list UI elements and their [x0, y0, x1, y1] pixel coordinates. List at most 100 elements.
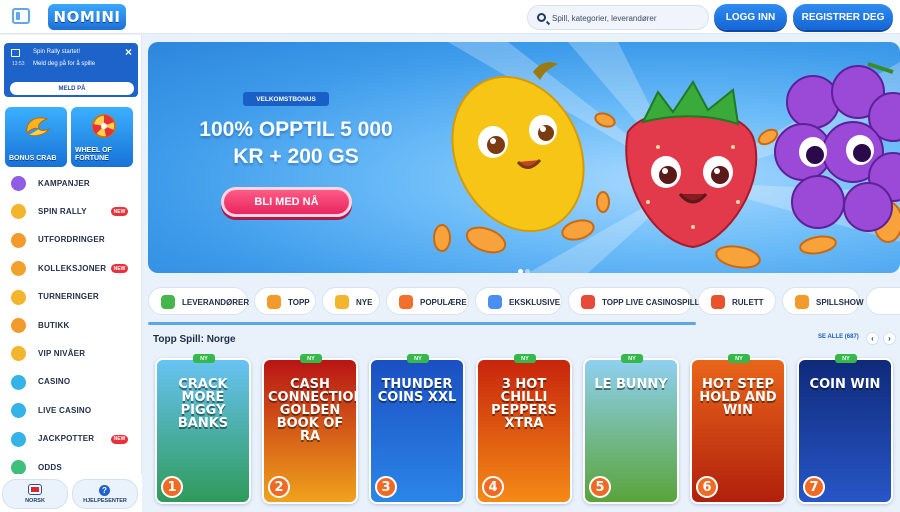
hero-banner[interactable]: VELKOMSTBONUS 100% OPPTIL 5 000 KR + 200… [148, 42, 900, 273]
language-label: NORSK [25, 498, 45, 504]
rank-number: 6 [696, 476, 718, 498]
promo-tile-label: WHEEL OF FORTUNE [75, 147, 112, 162]
carousel-dot[interactable] [518, 269, 523, 273]
sidebar-toggle-icon[interactable] [12, 8, 30, 24]
help-label: HJELPESENTER [83, 498, 127, 504]
next-arrow-icon[interactable]: › [883, 332, 896, 345]
ny-badge: NY [193, 354, 215, 363]
notice-title: Spin Rally startet! [33, 49, 81, 55]
sidebar-item-spin-rally[interactable]: SPIN RALLY NEW [0, 197, 142, 225]
ball-icon [11, 459, 26, 475]
site-logo[interactable]: NOMINI [48, 4, 126, 30]
search-input[interactable] [552, 9, 702, 27]
sidebar-item-utfordringer[interactable]: UTFORDRINGER [0, 226, 142, 254]
game-title: LE BUNNY [594, 377, 668, 392]
category-label: TOPP [288, 298, 310, 307]
game-title: COIN WIN [809, 377, 881, 392]
sidebar-item-label: UTFORDRINGER [38, 235, 105, 245]
category-label: SPILLSHOW [816, 298, 864, 307]
category-label: NYE [356, 298, 373, 307]
sidebar-item-butikk[interactable]: BUTIKK [0, 311, 142, 339]
jackpot-icon [11, 431, 26, 447]
login-button[interactable]: LOGG INN [714, 4, 787, 30]
language-button[interactable]: NORSK [2, 479, 68, 509]
sidebar-item-label: CASINO [38, 377, 71, 387]
category-chip-populære[interactable]: POPULÆRE [386, 287, 469, 315]
sidebar-item-kolleksjoner[interactable]: KOLLEKSJONER NEW [0, 254, 142, 282]
help-icon: ? [99, 485, 110, 496]
sidebar-footer: NORSK ? HJELPESENTER [0, 474, 142, 512]
game-title: CASH CONNECTION GOLDEN BOOK OF RA [268, 377, 358, 444]
roulette-icon [711, 295, 725, 309]
carousel-dots[interactable] [518, 261, 534, 273]
promo-tile-wheel-of-fortune[interactable]: WHEEL OF FORTUNE [71, 107, 133, 167]
game-card[interactable]: CRACK MORE PIGGY BANKS 1 [155, 358, 251, 504]
register-button[interactable]: REGISTRER DEG [793, 4, 893, 30]
new-badge: NEW [111, 264, 128, 274]
notice-time: 13:53 [12, 61, 25, 67]
sidebar-item-label: VIP NIVÅER [38, 349, 86, 359]
sidebar-item-casino[interactable]: CASINO [0, 368, 142, 396]
sidebar-item-label: SPIN RALLY [38, 207, 87, 217]
game-card[interactable]: CASH CONNECTION GOLDEN BOOK OF RA 2 [262, 358, 358, 504]
category-scrollbar[interactable] [148, 322, 696, 325]
game-title: HOT STEP HOLD AND WIN [699, 377, 777, 418]
carousel-dot[interactable] [525, 269, 530, 273]
sidebar-item-label: KAMPANJER [38, 178, 90, 188]
sidebar-item-label: KOLLEKSJONER [38, 263, 107, 273]
spin-rally-notice: Spin Rally startet! 13:53 Meld deg på fo… [4, 43, 138, 97]
ny-badge: NY [621, 354, 643, 363]
flag-icon [11, 49, 20, 57]
section-title: Topp Spill: Norge [153, 334, 236, 345]
new-badge: NEW [111, 207, 128, 217]
rank-number: 4 [482, 476, 504, 498]
game-title: CRACK MORE PIGGY BANKS [177, 377, 229, 431]
crown-icon [267, 295, 281, 309]
game-card[interactable]: COIN WIN 7 [797, 358, 893, 504]
sidebar-item-jackpotter[interactable]: JACKPOTTER NEW [0, 425, 142, 453]
category-chip-leverandører[interactable]: LEVERANDØRER [148, 287, 250, 315]
sidebar-item-turneringer[interactable]: TURNERINGER [0, 283, 142, 311]
ny-badge: NY [407, 354, 429, 363]
rank-number: 3 [375, 476, 397, 498]
see-all-link[interactable]: SE ALLE (687) [818, 334, 859, 340]
sidebar-item-label: BUTIKK [38, 320, 70, 330]
category-chip-spillshow[interactable]: SPILLSHOW [782, 287, 864, 315]
sidebar-item-kampanjer[interactable]: KAMPANJER [0, 169, 142, 197]
ny-badge: NY [728, 354, 750, 363]
top-header: NOMINI LOGG INN REGISTRER DEG [0, 0, 900, 34]
rank-number: 7 [803, 476, 825, 498]
game-card[interactable]: LE BUNNY 5 [583, 358, 679, 504]
sidebar-nav: KAMPANJER SPIN RALLY NEW UTFORDRINGER KOLLEK… [0, 169, 142, 481]
close-icon[interactable]: × [125, 46, 132, 58]
search-icon [537, 13, 546, 22]
category-chip-more[interactable] [866, 287, 900, 315]
category-label: LEVERANDØRER [182, 298, 250, 307]
sidebar-item-live-casino[interactable]: LIVE CASINO [0, 396, 142, 424]
game-card[interactable]: 3 HOT CHILLI PEPPERS XTRA 4 [476, 358, 572, 504]
category-label: EKSKLUSIVE [509, 298, 561, 307]
shop-icon [11, 317, 26, 333]
game-title: THUNDER COINS XXL [377, 377, 457, 405]
promo-tile-bonus-crab[interactable]: BONUS CRAB [5, 107, 67, 167]
game-card[interactable]: HOT STEP HOLD AND WIN 6 [690, 358, 786, 504]
target-icon [11, 232, 26, 248]
lightning-icon [335, 295, 349, 309]
prev-arrow-icon[interactable]: ‹ [866, 332, 879, 345]
category-chip-nye[interactable]: NYE [322, 287, 380, 315]
rank-number: 1 [161, 476, 183, 498]
join-now-button[interactable]: BLI MED NÅ [221, 187, 352, 217]
category-chip-topp[interactable]: TOPP [254, 287, 316, 315]
search-box[interactable] [527, 5, 709, 30]
category-chip-topp-live-casinospill[interactable]: TOPP LIVE CASINOSPILL [568, 287, 700, 315]
game-card[interactable]: THUNDER COINS XXL 3 [369, 358, 465, 504]
new-badge: NEW [111, 434, 128, 444]
clover-icon [11, 374, 26, 390]
category-chip-rulett[interactable]: RULETT [698, 287, 776, 315]
sidebar-item-vip-nivåer[interactable]: VIP NIVÅER [0, 339, 142, 367]
category-label: TOPP LIVE CASINOSPILL [602, 298, 700, 307]
hero-title: 100% OPPTIL 5 000 KR + 200 GS [170, 116, 422, 170]
join-button[interactable]: MELD PÅ [10, 82, 134, 95]
help-center-button[interactable]: ? HJELPESENTER [72, 479, 138, 509]
category-chip-eksklusive[interactable]: EKSKLUSIVE [475, 287, 562, 315]
